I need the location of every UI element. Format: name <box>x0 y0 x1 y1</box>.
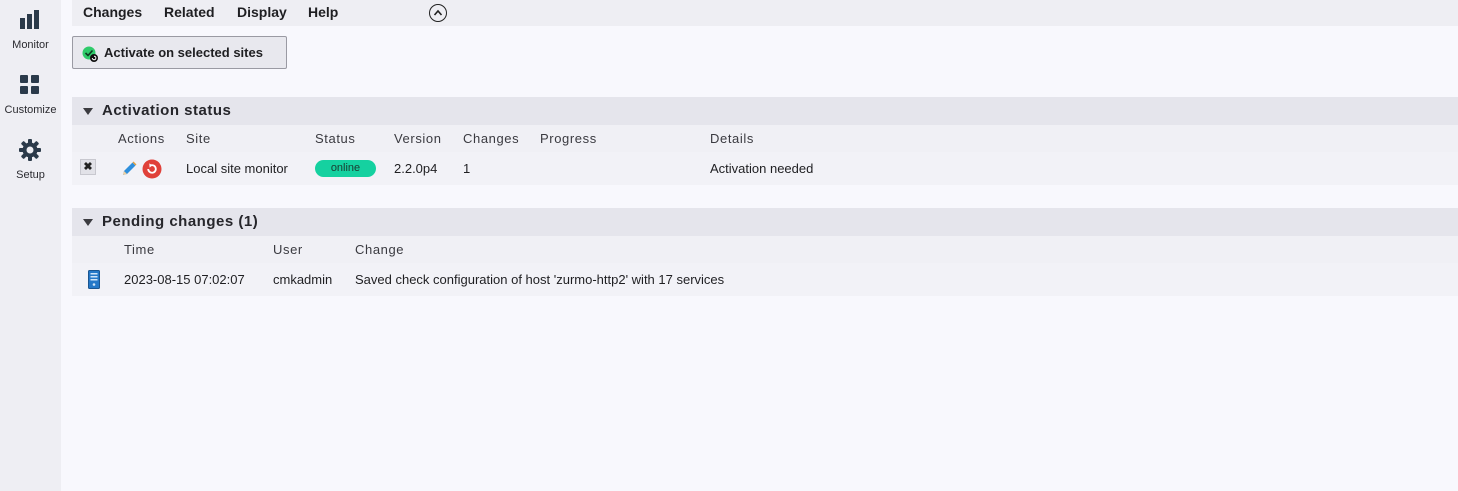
chevron-up-icon <box>433 9 443 16</box>
sidebar-item-label: Monitor <box>12 39 49 51</box>
site-select-checkbox[interactable]: ✖ <box>80 159 96 175</box>
pending-changes-column-header: Time User Change <box>72 236 1458 263</box>
table-row: ✖ Local site monitor online 2.2.0p4 1 Ac… <box>72 152 1458 185</box>
site-version: 2.2.0p4 <box>394 161 438 176</box>
site-name: Local site monitor <box>186 161 288 176</box>
sidebar-item-setup[interactable]: Setup <box>0 130 61 190</box>
column-user: User <box>273 242 303 257</box>
pending-changes-header[interactable]: Pending changes (1) <box>72 208 1458 236</box>
sidebar-item-label: Setup <box>16 169 45 181</box>
activate-icon <box>82 46 98 62</box>
collapse-triangle-icon <box>83 219 93 226</box>
column-version: Version <box>394 131 442 146</box>
menubar: Changes Related Display Help <box>72 0 1458 26</box>
change-time: 2023-08-15 07:02:07 <box>124 272 245 287</box>
server-icon <box>88 270 100 289</box>
column-status: Status <box>315 131 356 146</box>
menu-display[interactable]: Display <box>237 4 287 20</box>
grid-icon <box>20 75 39 94</box>
activation-status-column-header: Actions Site Status Version Changes Prog… <box>72 125 1458 152</box>
menu-related[interactable]: Related <box>164 4 215 20</box>
table-row: 2023-08-15 07:02:07 cmkadmin Saved check… <box>72 263 1458 296</box>
restart-icon[interactable] <box>142 159 162 179</box>
column-progress: Progress <box>540 131 597 146</box>
activation-status-header[interactable]: Activation status <box>72 97 1458 125</box>
section-title: Pending changes (1) <box>102 213 259 230</box>
section-title: Activation status <box>102 102 232 119</box>
change-user: cmkadmin <box>273 272 333 287</box>
sidebar-item-label: Customize <box>4 104 57 116</box>
collapse-menu-button[interactable] <box>429 4 447 22</box>
bar-chart-icon <box>20 10 39 29</box>
edit-icon[interactable] <box>120 160 138 178</box>
column-time: Time <box>124 242 155 257</box>
sidebar-item-monitor[interactable]: Monitor <box>0 0 61 60</box>
status-badge: online <box>315 160 376 177</box>
site-changes-count: 1 <box>463 161 471 176</box>
menu-changes[interactable]: Changes <box>83 4 142 20</box>
activate-button-label: Activate on selected sites <box>104 45 263 60</box>
change-text: Saved check configuration of host 'zurmo… <box>355 272 725 287</box>
sidebar-item-customize[interactable]: Customize <box>0 65 61 125</box>
menu-help[interactable]: Help <box>308 4 338 20</box>
column-change: Change <box>355 242 405 257</box>
activate-selected-sites-button[interactable]: Activate on selected sites <box>72 36 287 69</box>
column-site: Site <box>186 131 211 146</box>
column-actions: Actions <box>118 131 165 146</box>
column-changes: Changes <box>463 131 520 146</box>
site-details: Activation needed <box>710 161 814 176</box>
sidebar: Monitor Customize Setup <box>0 0 61 491</box>
column-details: Details <box>710 131 754 146</box>
collapse-triangle-icon <box>83 108 93 115</box>
gear-icon <box>19 139 41 161</box>
